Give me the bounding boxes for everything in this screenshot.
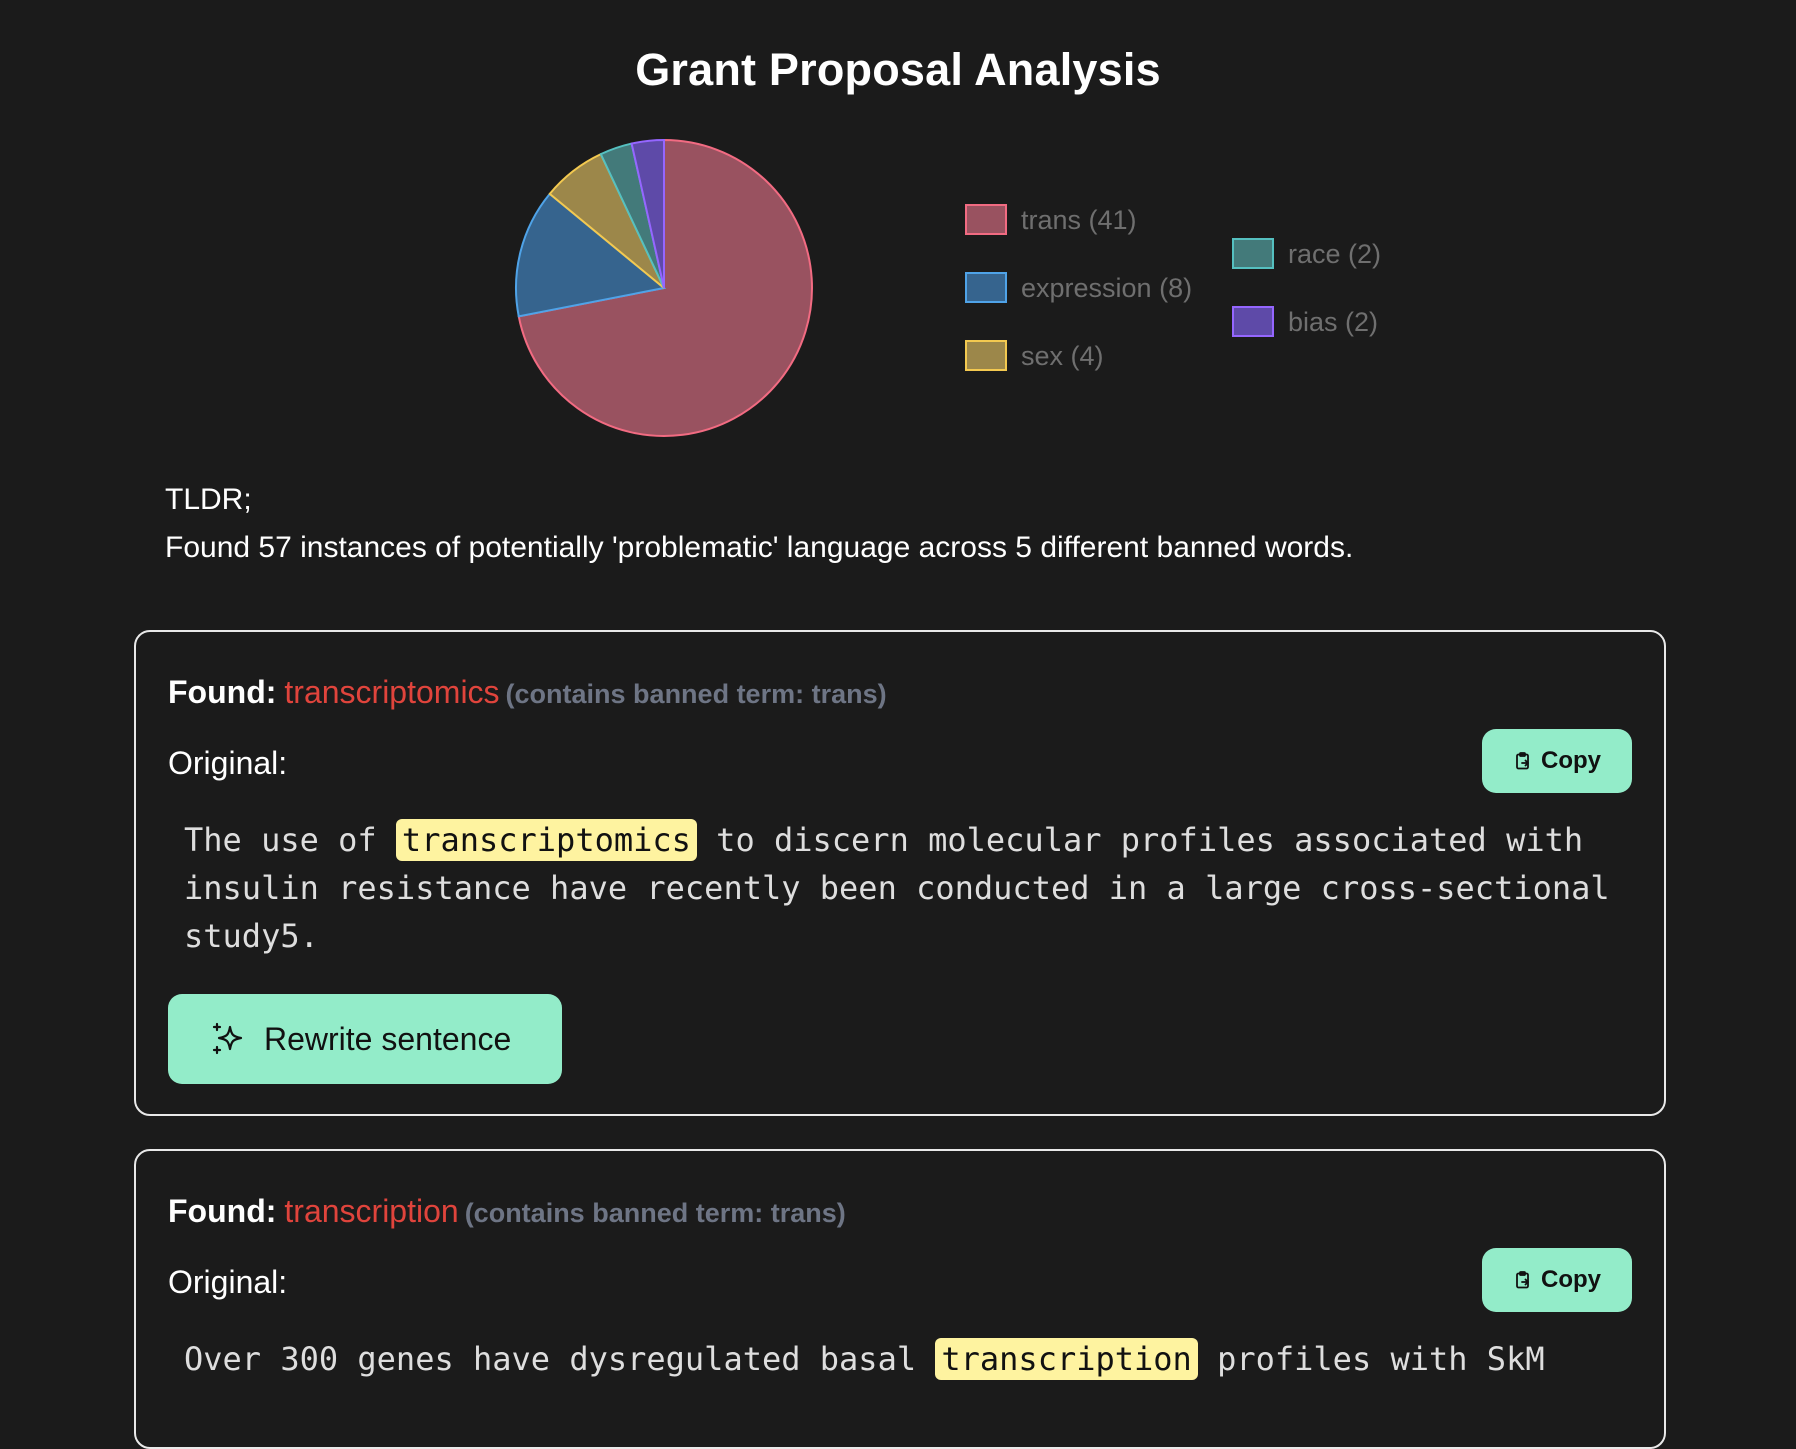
found-label: Found:: [168, 674, 277, 710]
legend-label-bias: bias (2): [1288, 307, 1378, 337]
original-sentence: Over 300 genes have dysregulated basal t…: [184, 1335, 1624, 1383]
legend-swatch-trans: [965, 204, 1007, 235]
tldr-section: TLDR; Found 57 instances of potentially …: [165, 476, 1353, 572]
legend-swatch-race: [1232, 238, 1274, 269]
pie-slices: [515, 138, 813, 437]
found-line: Found: transcriptomics (contains banned te…: [168, 674, 887, 711]
original-sentence: The use of transcriptomics to discern mo…: [184, 816, 1624, 960]
found-label: Found:: [168, 1193, 277, 1229]
highlighted-term: transcription: [935, 1338, 1198, 1380]
clipboard-icon: [1516, 1271, 1529, 1289]
banned-term-note: (contains banned term: trans): [505, 679, 887, 709]
found-word: transcription: [284, 1193, 459, 1229]
found-line: Found: transcription (contains banned term…: [168, 1193, 846, 1230]
legend-swatch-expression: [965, 272, 1007, 303]
original-label: Original:: [168, 1264, 288, 1300]
sentence-text-before: Over 300 genes have dysregulated basal: [184, 1340, 936, 1378]
tldr-summary: Found 57 instances of potentially 'probl…: [165, 531, 1354, 564]
rewrite-sentence-button[interactable]: Rewrite sentence: [168, 994, 562, 1084]
legend-label-sex: sex (4): [1021, 341, 1104, 371]
copy-button[interactable]: Copy: [1482, 1248, 1632, 1312]
result-card: Found: transcriptomics (contains banned te…: [134, 630, 1666, 1116]
pie-chart: trans (41) expression (8) sex (4) race (2) b…: [515, 138, 1381, 437]
legend-label-expression: expression (8): [1021, 273, 1192, 303]
legend-swatch-bias: [1232, 306, 1274, 337]
sentence-text-before: The use of: [184, 821, 396, 859]
pie-legend: trans (41) expression (8) sex (4) race (2) b…: [965, 204, 1381, 371]
legend-swatch-sex: [965, 340, 1007, 371]
copy-label: Copy: [1541, 747, 1601, 774]
rewrite-label: Rewrite sentence: [264, 1020, 512, 1057]
tldr-heading: TLDR;: [165, 483, 252, 516]
original-label: Original:: [168, 745, 288, 781]
legend-label-trans: trans (41): [1021, 205, 1137, 235]
sentence-text-after: profiles with SkM: [1197, 1340, 1545, 1378]
clipboard-icon: [1516, 752, 1529, 770]
legend-label-race: race (2): [1288, 239, 1381, 269]
copy-label: Copy: [1541, 1266, 1601, 1293]
found-word: transcriptomics: [284, 674, 500, 710]
result-card: Found: transcription (contains banned term…: [134, 1149, 1666, 1449]
copy-button[interactable]: Copy: [1482, 729, 1632, 793]
sparkles-icon: [212, 1022, 243, 1055]
highlighted-term: transcriptomics: [395, 819, 697, 861]
banned-term-note: (contains banned term: trans): [464, 1198, 846, 1228]
